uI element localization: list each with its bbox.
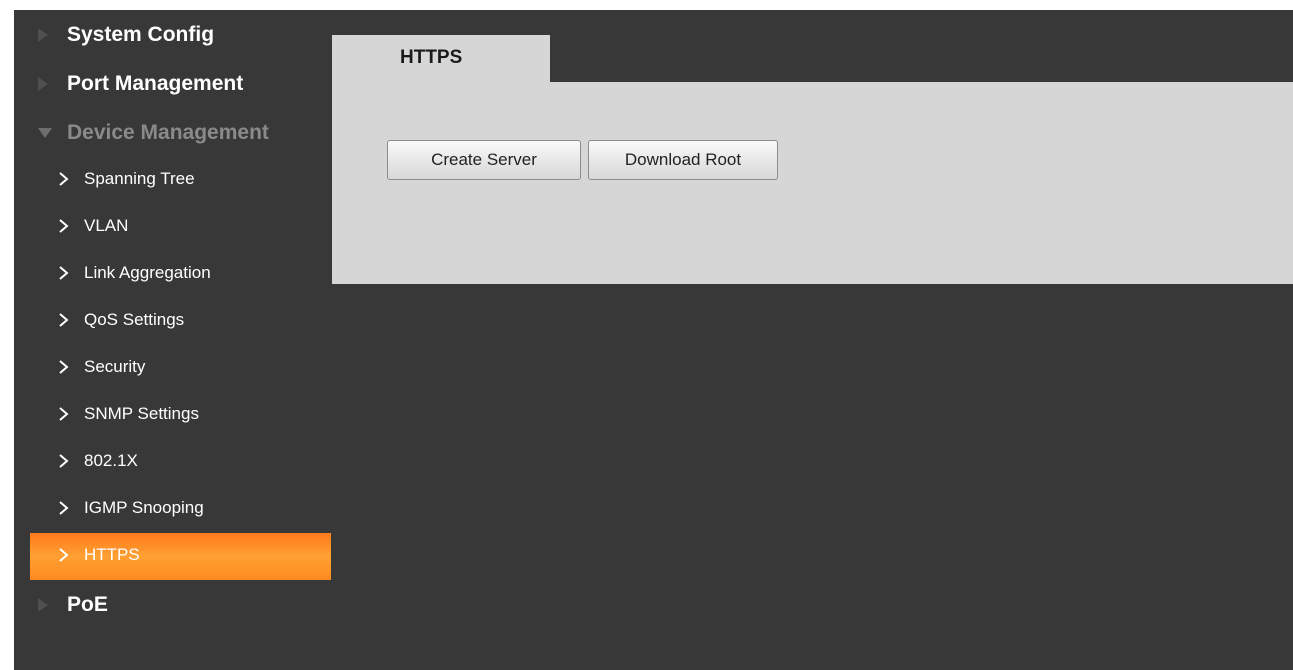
sidebar-item-label: HTTPS (84, 545, 140, 564)
chevron-right-icon (59, 360, 69, 374)
sidebar-item-label: IGMP Snooping (84, 498, 204, 517)
sidebar-item-security[interactable]: Security (30, 345, 331, 392)
sidebar-section-device-management[interactable]: Device Management (30, 108, 331, 157)
sidebar-item-qos-settings[interactable]: QoS Settings (30, 298, 331, 345)
triangle-right-icon (38, 28, 48, 42)
sidebar-item-spanning-tree[interactable]: Spanning Tree (30, 157, 331, 204)
sidebar-item-label: Link Aggregation (84, 263, 211, 282)
chevron-right-icon (59, 172, 69, 186)
sidebar-item-label: VLAN (84, 216, 129, 235)
sidebar: System Config Port Management Device Man… (30, 10, 331, 629)
triangle-down-icon (38, 128, 52, 138)
chevron-right-icon (59, 548, 69, 562)
sidebar-section-label: Port Management (67, 71, 244, 95)
sidebar-section-label: System Config (67, 22, 215, 46)
chevron-right-icon (59, 501, 69, 515)
https-panel: Create Server Download Root (332, 82, 1293, 284)
sidebar-section-poe[interactable]: PoE (30, 580, 331, 629)
sidebar-item-label: SNMP Settings (84, 404, 199, 423)
triangle-right-icon (38, 77, 48, 91)
sidebar-section-system-config[interactable]: System Config (30, 10, 331, 59)
create-server-button[interactable]: Create Server (387, 140, 581, 180)
triangle-right-icon (38, 598, 48, 612)
chevron-right-icon (59, 266, 69, 280)
sidebar-item-label: QoS Settings (84, 310, 185, 329)
sidebar-section-port-management[interactable]: Port Management (30, 59, 331, 108)
sidebar-section-label: PoE (67, 592, 108, 616)
chevron-right-icon (59, 407, 69, 421)
tab-https[interactable]: HTTPS (332, 35, 550, 83)
sidebar-item-link-aggregation[interactable]: Link Aggregation (30, 251, 331, 298)
sidebar-item-vlan[interactable]: VLAN (30, 204, 331, 251)
chevron-right-icon (59, 313, 69, 327)
sidebar-item-snmp-settings[interactable]: SNMP Settings (30, 392, 331, 439)
sidebar-item-igmp-snooping[interactable]: IGMP Snooping (30, 486, 331, 533)
sidebar-section-label: Device Management (67, 120, 269, 144)
sidebar-item-label: Security (84, 357, 146, 376)
chevron-right-icon (59, 454, 69, 468)
download-root-button[interactable]: Download Root (588, 140, 778, 180)
tab-label: HTTPS (400, 47, 463, 68)
sidebar-item-label: 802.1X (84, 451, 138, 470)
sidebar-item-802-1x[interactable]: 802.1X (30, 439, 331, 486)
chevron-right-icon (59, 219, 69, 233)
sidebar-item-label: Spanning Tree (84, 169, 195, 188)
app-window: System Config Port Management Device Man… (14, 10, 1293, 670)
sidebar-item-https[interactable]: HTTPS (30, 533, 331, 580)
